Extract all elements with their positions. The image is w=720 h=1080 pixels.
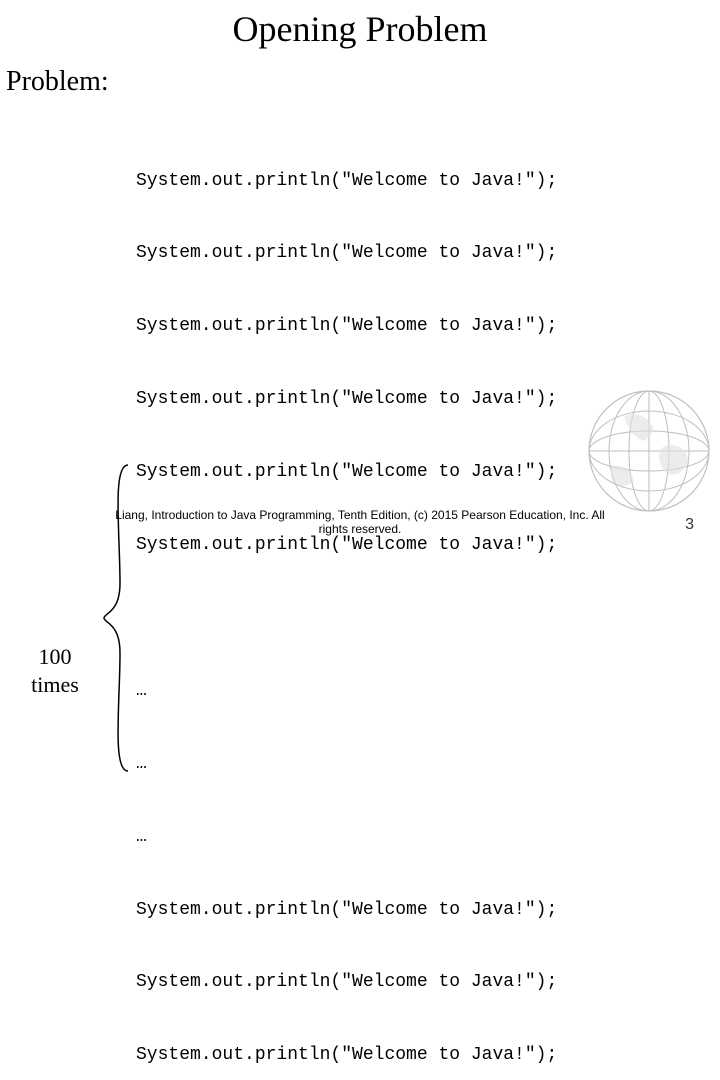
code-line: System.out.println("Welcome to Java!");	[136, 898, 557, 922]
footer-citation: Liang, Introduction to Java Programming,…	[0, 508, 720, 536]
code-line: System.out.println("Welcome to Java!");	[136, 241, 557, 265]
code-line: System.out.println("Welcome to Java!");	[136, 169, 557, 193]
page-number: 3	[685, 516, 694, 534]
code-line: System.out.println("Welcome to Java!");	[136, 314, 557, 338]
ellipsis: …	[136, 679, 557, 703]
footer-line: Liang, Introduction to Java Programming,…	[0, 508, 720, 522]
code-line: System.out.println("Welcome to Java!");	[136, 460, 557, 484]
code-line: System.out.println("Welcome to Java!");	[136, 1043, 557, 1067]
slide-title: Opening Problem	[0, 0, 720, 58]
footer-line: rights reserved.	[0, 522, 720, 536]
code-line: System.out.println("Welcome to Java!");	[136, 533, 557, 557]
ellipsis	[136, 606, 557, 630]
slide-subtitle: Problem:	[0, 58, 720, 98]
ellipsis: …	[136, 752, 557, 776]
repeat-label: 100 times	[10, 538, 100, 698]
repeat-unit: times	[10, 671, 100, 699]
code-block: System.out.println("Welcome to Java!"); …	[132, 120, 557, 1080]
code-line: System.out.println("Welcome to Java!");	[136, 970, 557, 994]
content-row: 100 times System.out.println("Welcome to…	[0, 98, 720, 1080]
ellipsis: …	[136, 825, 557, 849]
code-line: System.out.println("Welcome to Java!");	[136, 387, 557, 411]
repeat-count: 100	[10, 643, 100, 671]
